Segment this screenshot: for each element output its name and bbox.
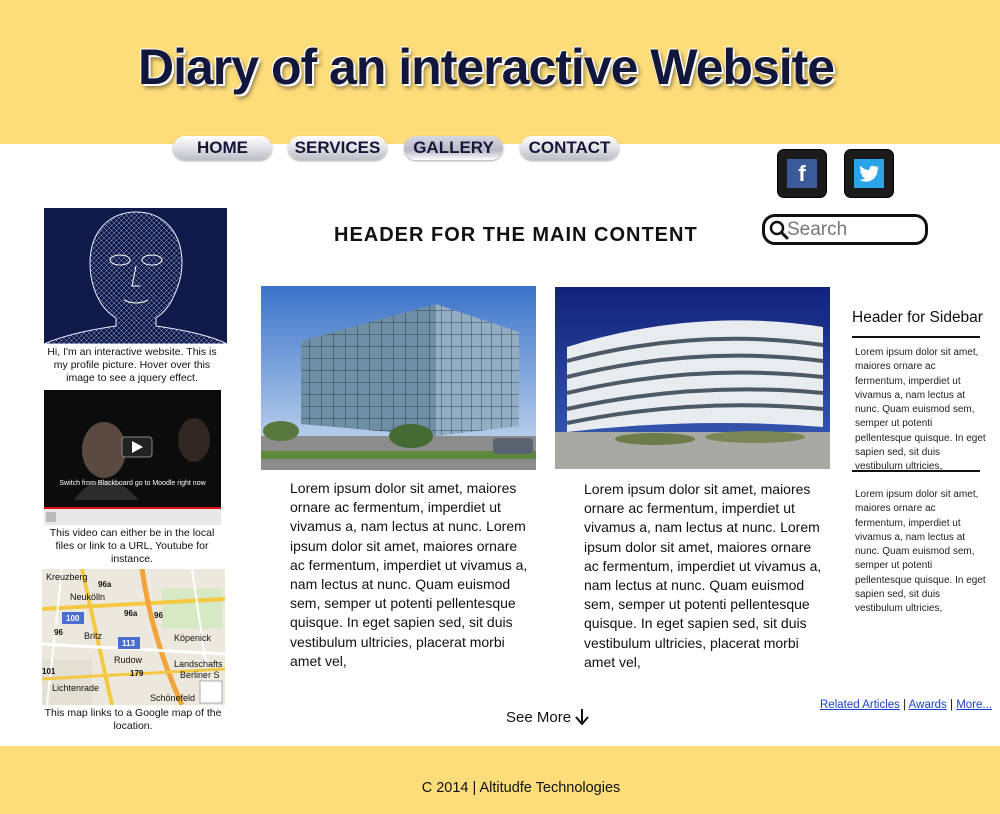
- sidebar-links: Related Articles | Awards | More...: [820, 699, 992, 711]
- sidebar-divider: [852, 336, 980, 338]
- search-box: [762, 214, 928, 245]
- video-overlay-text: Switch from Blackboard go to Moodle righ…: [59, 480, 206, 487]
- map-caption: This map links to a Google map of the lo…: [44, 707, 222, 732]
- facebook-icon: f: [787, 159, 817, 188]
- map-label-neukolln: Neukölln: [70, 592, 106, 602]
- sidebar-paragraph: Lorem ipsum dolor sit amet, maiores orna…: [855, 347, 986, 473]
- nav-gallery-button[interactable]: GALLERY: [404, 136, 503, 160]
- map-label-rudow: Rudow: [114, 655, 143, 665]
- map-label-landschafts: Landschafts: [174, 659, 223, 669]
- map-route-113: 113: [122, 639, 135, 648]
- sidebar-divider: [852, 470, 980, 472]
- map-route-96: 96: [54, 628, 63, 637]
- map-route-96-2: 96: [154, 611, 163, 620]
- profile-picture[interactable]: [44, 208, 227, 344]
- map-route-96a-2: 96a: [124, 609, 138, 618]
- video-caption: This video can either be in the local fi…: [49, 527, 215, 565]
- video-player[interactable]: Switch from Blackboard go to Moodle righ…: [44, 390, 221, 525]
- curved-building-photo: [555, 287, 830, 469]
- search-input[interactable]: [787, 217, 915, 242]
- sidebar-header: Header for Sidebar: [852, 309, 983, 326]
- see-more-button[interactable]: See More: [506, 709, 589, 726]
- profile-caption: Hi, I'm an interactive website. This is …: [47, 346, 217, 384]
- map-label-schonefeld: Schönefeld: [150, 693, 196, 703]
- main-column-2-text: Lorem ipsum dolor sit amet, maiores orna…: [584, 481, 822, 670]
- main-column-1-text: Lorem ipsum dolor sit amet, maiores orna…: [290, 480, 528, 669]
- site-title: Diary of an interactive Website: [138, 39, 835, 95]
- nav-home-button[interactable]: HOME: [173, 136, 272, 160]
- map-route-96a: 96a: [98, 580, 112, 589]
- link-separator: |: [950, 699, 954, 711]
- map-label-kopenick: Köpenick: [174, 633, 212, 643]
- more-link[interactable]: More...: [956, 699, 992, 711]
- map-label-britz: Britz: [84, 631, 102, 641]
- facebook-button[interactable]: f: [778, 150, 826, 197]
- nav-services-button[interactable]: SERVICES: [288, 136, 387, 160]
- glass-building-photo: [261, 286, 536, 470]
- location-map[interactable]: Kreuzberg Neukölln Britz Rudow Köpenick …: [42, 569, 225, 705]
- related-articles-link[interactable]: Related Articles: [820, 699, 900, 711]
- link-separator: |: [903, 699, 907, 711]
- search-icon: [769, 220, 789, 240]
- awards-link[interactable]: Awards: [909, 699, 947, 711]
- sidebar-paragraph: Lorem ipsum dolor sit amet, maiores orna…: [855, 489, 986, 615]
- map-route-100: 100: [66, 614, 80, 623]
- map-label-kreuzberg: Kreuzberg: [46, 572, 88, 582]
- map-label-berliner: Berliner S: [180, 670, 220, 680]
- twitter-bird-icon: [854, 159, 884, 188]
- twitter-button[interactable]: [845, 150, 893, 197]
- footer-copyright: C 2014 | Altitudfe Technologies: [421, 780, 621, 796]
- map-label-lichtenrade: Lichtenrade: [52, 683, 100, 693]
- see-more-label: See More: [506, 709, 572, 726]
- nav-contact-button[interactable]: CONTACT: [520, 136, 619, 160]
- main-content-header: HEADER FOR THE MAIN CONTENT: [334, 224, 698, 246]
- map-route-179: 179: [130, 669, 144, 678]
- arrow-down-icon: [575, 709, 589, 726]
- map-route-101: 101: [42, 667, 56, 676]
